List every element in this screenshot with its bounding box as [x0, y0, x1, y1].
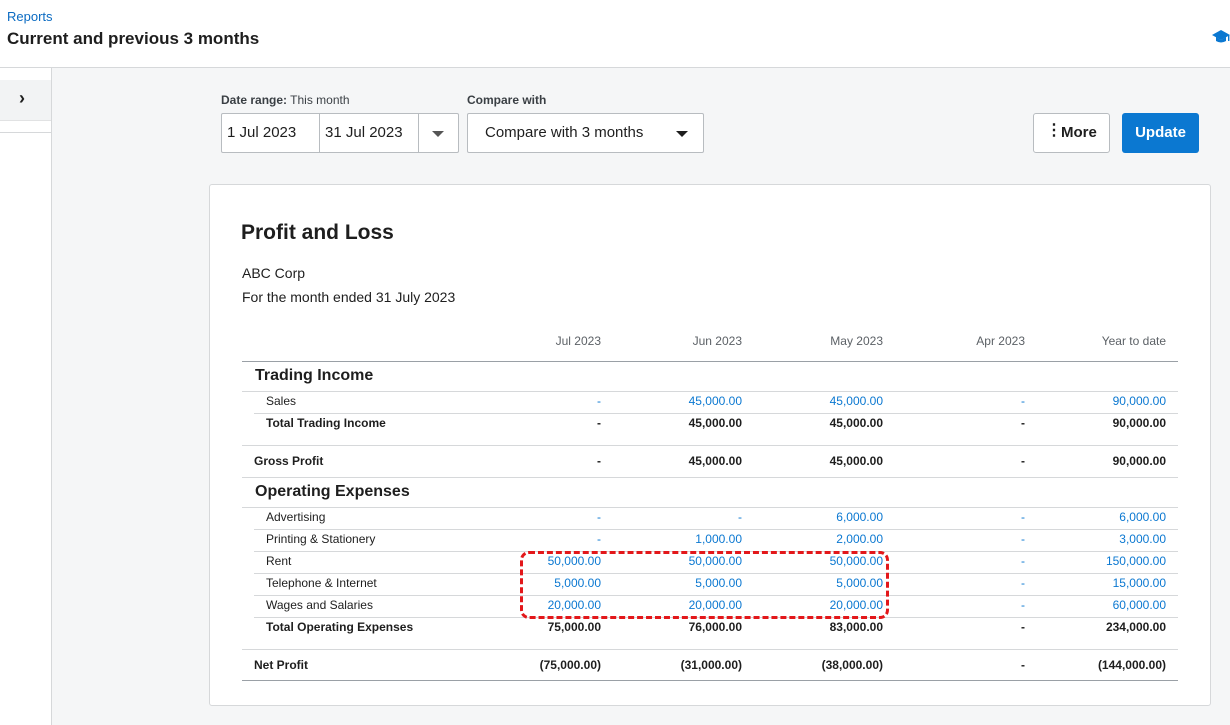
table-cell: 45,000.00 [829, 454, 883, 468]
row-label-net-profit: Net Profit [254, 658, 308, 672]
table-cell: 76,000.00 [688, 620, 742, 634]
side-panel: › [0, 68, 52, 725]
divider [418, 114, 419, 152]
table-cell[interactable]: - [491, 394, 601, 408]
end-date-input[interactable]: 31 Jul 2023 [325, 114, 403, 152]
table-cell: (31,000.00) [680, 658, 742, 672]
more-label: More [1061, 124, 1097, 141]
table-cell[interactable]: 45,000.00 [773, 394, 883, 408]
table-cell[interactable]: - [632, 510, 742, 524]
table-cell[interactable]: 1,000.00 [632, 532, 742, 546]
divider [242, 361, 1178, 362]
row-label-wages-salaries: Wages and Salaries [266, 598, 373, 612]
divider [242, 391, 1178, 392]
table-cell[interactable]: 60,000.00 [1056, 598, 1166, 612]
chevron-right-icon: › [19, 88, 25, 108]
divider [242, 680, 1178, 681]
compare-select[interactable]: Compare with 3 months [467, 113, 704, 153]
table-cell[interactable]: 15,000.00 [1056, 576, 1166, 590]
row-label-telephone-internet: Telephone & Internet [266, 576, 377, 590]
table-cell[interactable]: - [915, 510, 1025, 524]
table-cell[interactable]: 6,000.00 [773, 510, 883, 524]
table-cell: 234,000.00 [1105, 620, 1166, 634]
table-cell[interactable]: - [915, 576, 1025, 590]
divider [319, 114, 320, 152]
section-title-trading-income: Trading Income [255, 367, 374, 384]
date-range-label: Date range: This month [221, 93, 350, 107]
graduation-cap-icon[interactable] [1212, 28, 1230, 46]
divider [254, 413, 1178, 414]
table-cell[interactable]: - [915, 554, 1025, 568]
divider [242, 507, 1178, 508]
table-cell[interactable]: 2,000.00 [773, 532, 883, 546]
table-cell[interactable]: 90,000.00 [1056, 394, 1166, 408]
expand-panel-button[interactable]: › [0, 80, 51, 121]
compare-label: Compare with [467, 93, 547, 107]
breadcrumb-reports[interactable]: Reports [7, 9, 53, 24]
table-cell[interactable]: 6,000.00 [1056, 510, 1166, 524]
table-cell[interactable]: 150,000.00 [1056, 554, 1166, 568]
row-label-total-operating-expenses: Total Operating Expenses [266, 620, 414, 634]
row-label-rent: Rent [266, 554, 292, 568]
table-cell: - [1021, 454, 1025, 468]
more-button[interactable]: ⋮ More [1033, 113, 1110, 153]
table-cell: (75,000.00) [539, 658, 601, 672]
row-label-sales: Sales [266, 394, 297, 408]
table-cell: 90,000.00 [1112, 416, 1166, 430]
column-header: Jul 2023 [555, 334, 601, 348]
table-cell[interactable]: - [915, 532, 1025, 546]
column-header: Apr 2023 [976, 334, 1025, 348]
page-title: Current and previous 3 months [7, 29, 260, 48]
divider [254, 529, 1178, 530]
table-cell: (38,000.00) [821, 658, 883, 672]
table-cell[interactable]: 45,000.00 [632, 394, 742, 408]
section-title-operating-expenses: Operating Expenses [255, 483, 410, 500]
date-range-preset: This month [290, 93, 350, 107]
table-cell: - [1021, 658, 1025, 672]
update-button[interactable]: Update [1122, 113, 1199, 153]
company-name: ABC Corp [242, 265, 306, 281]
table-cell: - [1021, 620, 1025, 634]
column-header: Jun 2023 [692, 334, 742, 348]
table-cell: 75,000.00 [547, 620, 601, 634]
table-cell: 45,000.00 [688, 416, 742, 430]
date-range-picker[interactable]: 1 Jul 2023 31 Jul 2023 [221, 113, 459, 153]
table-cell[interactable]: - [491, 510, 601, 524]
caret-down-icon [676, 131, 688, 137]
table-cell[interactable]: - [915, 598, 1025, 612]
divider [242, 445, 1178, 446]
row-label-total-trading-income: Total Trading Income [266, 416, 386, 430]
table-cell: - [1021, 416, 1025, 430]
caret-down-icon[interactable] [432, 131, 444, 137]
report-title: Profit and Loss [241, 221, 394, 244]
start-date-input[interactable]: 1 Jul 2023 [227, 114, 296, 152]
column-header: May 2023 [830, 334, 883, 348]
table-cell: 45,000.00 [829, 416, 883, 430]
divider [242, 649, 1178, 650]
vertical-ellipsis-icon: ⋮ [1046, 122, 1062, 139]
page-header: Reports Current and previous 3 months [0, 0, 1230, 68]
table-cell[interactable]: 3,000.00 [1056, 532, 1166, 546]
table-cell: 45,000.00 [688, 454, 742, 468]
highlight-annotation [520, 551, 889, 619]
row-label-advertising: Advertising [266, 510, 326, 524]
divider [0, 132, 51, 133]
column-header: Year to date [1101, 334, 1166, 348]
table-cell[interactable]: - [491, 532, 601, 546]
row-label-gross-profit: Gross Profit [254, 454, 324, 468]
table-cell: 90,000.00 [1112, 454, 1166, 468]
table-cell: 83,000.00 [829, 620, 883, 634]
table-cell: - [597, 454, 601, 468]
table-cell: - [597, 416, 601, 430]
table-cell[interactable]: - [915, 394, 1025, 408]
report-period: For the month ended 31 July 2023 [242, 289, 456, 305]
table-cell: (144,000.00) [1097, 658, 1166, 672]
row-label-printing-stationery: Printing & Stationery [266, 532, 376, 546]
compare-value: Compare with 3 months [485, 124, 644, 141]
divider [242, 477, 1178, 478]
